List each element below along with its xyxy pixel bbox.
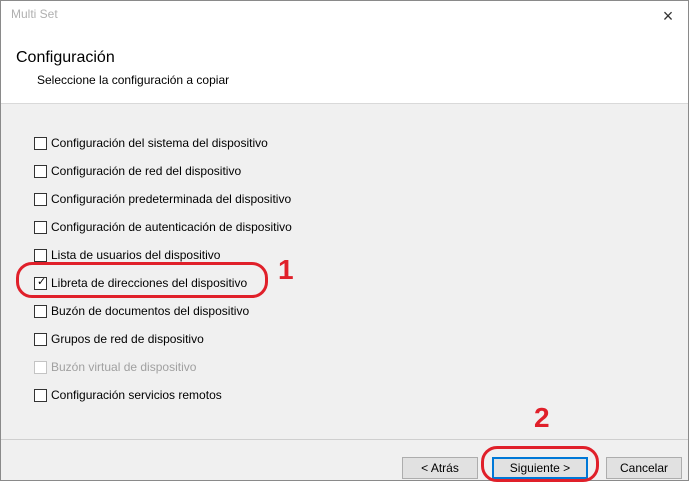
annotation-ring-step1	[16, 262, 268, 298]
checkbox[interactable]	[34, 136, 47, 150]
footer-divider	[1, 439, 688, 440]
option-document-box[interactable]: Buzón de documentos del dispositivo	[34, 302, 249, 320]
option-label: Configuración de autenticación de dispos…	[51, 220, 292, 234]
option-label: Buzón virtual de dispositivo	[51, 360, 197, 374]
checkbox-disabled	[34, 360, 47, 374]
checkbox[interactable]	[34, 388, 47, 402]
annotation-ring-step2	[481, 446, 599, 482]
option-label: Buzón de documentos del dispositivo	[51, 304, 250, 318]
page-subtitle: Seleccione la configuración a copiar	[37, 73, 230, 87]
checkbox[interactable]	[34, 332, 47, 346]
back-button[interactable]: < Atrás	[402, 457, 478, 479]
title-bar: Multi Set ×	[1, 1, 688, 31]
option-authentication-settings[interactable]: Configuración de autenticación de dispos…	[34, 218, 292, 236]
window-title: Multi Set	[11, 7, 58, 21]
option-default-settings[interactable]: Configuración predeterminada del disposi…	[34, 190, 291, 208]
page-title: Configuración	[16, 49, 115, 66]
option-system-settings[interactable]: Configuración del sistema del dispositiv…	[34, 134, 268, 152]
option-label: Lista de usuarios del dispositivo	[51, 248, 221, 262]
cancel-button[interactable]: Cancelar	[606, 457, 682, 479]
checkbox[interactable]	[34, 248, 47, 262]
checkbox[interactable]	[34, 304, 47, 318]
option-network-settings[interactable]: Configuración de red del dispositivo	[34, 162, 241, 180]
option-label: Configuración del sistema del dispositiv…	[51, 136, 268, 150]
option-remote-services[interactable]: Configuración servicios remotos	[34, 386, 222, 404]
option-virtual-mailbox: Buzón virtual de dispositivo	[34, 358, 196, 376]
checkbox[interactable]	[34, 192, 47, 206]
annotation-number-step1: 1	[278, 254, 294, 285]
close-icon[interactable]: ×	[648, 1, 688, 31]
option-label: Configuración de red del dispositivo	[51, 164, 242, 178]
checkbox[interactable]	[34, 220, 47, 234]
annotation-number-step2: 2	[534, 402, 550, 433]
option-label: Grupos de red de dispositivo	[51, 332, 204, 346]
dialog-window: Multi Set × Configuración Seleccione la …	[0, 0, 689, 481]
option-label: Configuración servicios remotos	[51, 388, 222, 402]
wizard-header: Configuración Seleccione la configuració…	[1, 31, 688, 104]
option-label: Configuración predeterminada del disposi…	[51, 192, 292, 206]
option-network-groups[interactable]: Grupos de red de dispositivo	[34, 330, 204, 348]
checkbox[interactable]	[34, 164, 47, 178]
